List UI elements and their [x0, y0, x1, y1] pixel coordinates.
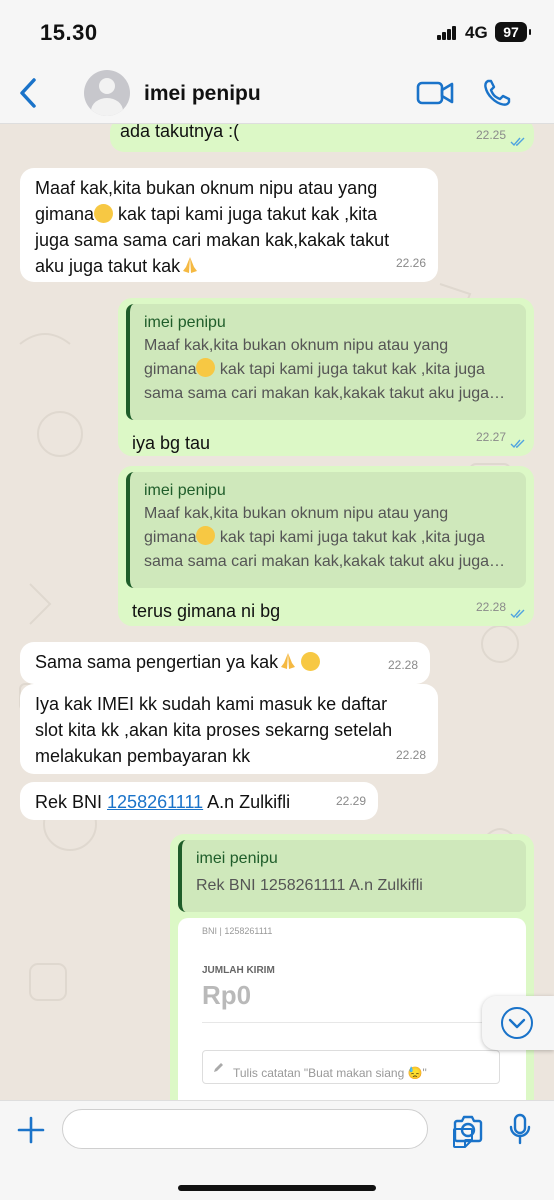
chevron-down-icon	[501, 1007, 533, 1039]
message-text: terus gimana ni bg	[132, 601, 281, 621]
quoted-sender: imei penipu	[144, 314, 226, 331]
hushed-face-emoji-icon	[94, 204, 114, 223]
message-time: 22.27	[475, 430, 506, 444]
camera-icon[interactable]	[452, 1115, 484, 1143]
scroll-to-bottom-button[interactable]	[482, 996, 554, 1050]
quoted-text: Maaf kak,kita bukan oknum nipu atau yang…	[144, 337, 506, 402]
message-input[interactable]	[62, 1109, 473, 1149]
read-ticks-icon	[510, 439, 525, 449]
message-text: Rek BNI 1258261111 A.n Zulkifli	[35, 792, 291, 812]
message-time: 22.26	[395, 256, 426, 270]
network-type: 4G	[465, 23, 488, 42]
message-text: Maaf kak,kita bukan oknum nipu atau yang…	[35, 178, 390, 276]
message-time: 22.29	[335, 794, 366, 808]
grinning-face-emoji-icon	[301, 652, 321, 671]
status-bar: 15.30 4G 97	[0, 0, 554, 62]
quoted-message[interactable]: imei penipu Maaf kak,kita bukan oknum ni…	[126, 304, 526, 420]
pencil-icon	[214, 1063, 223, 1072]
message-outgoing-reply-image[interactable]: imei penipu Rek BNI 1258261111 A.n Zulki…	[170, 834, 534, 1100]
message-input-bar	[0, 1100, 554, 1200]
pray-emoji-icon	[281, 653, 296, 669]
image-amount: Rp0	[202, 980, 252, 1010]
status-time: 15.30	[40, 20, 98, 45]
message-outgoing-reply[interactable]: imei penipu Maaf kak,kita bukan oknum ni…	[118, 298, 534, 456]
microphone-icon[interactable]	[508, 1113, 532, 1145]
read-ticks-icon	[510, 137, 525, 147]
chat-area[interactable]: ada takutnya :( 22.25 Maaf kak,kita buka…	[0, 124, 554, 1100]
message-time: 22.25	[475, 128, 506, 142]
image-note-field: Tulis catatan "Buat makan siang 😓"	[202, 1050, 500, 1084]
hushed-face-emoji-icon	[196, 526, 216, 545]
message-outgoing[interactable]: ada takutnya :( 22.25	[110, 124, 534, 152]
pray-emoji-icon	[183, 257, 198, 273]
chat-header: imei penipu	[0, 62, 554, 124]
read-ticks-icon	[510, 609, 525, 619]
message-incoming[interactable]: Iya kak IMEI kk sudah kami masuk ke daft…	[20, 684, 438, 774]
image-attachment[interactable]: BNI | 1258261111 JUMLAH KIRIM Rp0 Tulis …	[178, 918, 526, 1100]
message-incoming[interactable]: Rek BNI 1258261111 A.n Zulkifli 22.29	[20, 782, 378, 820]
quoted-message[interactable]: imei penipu Rek BNI 1258261111 A.n Zulki…	[178, 840, 526, 912]
quoted-sender: imei penipu	[196, 850, 278, 867]
home-indicator	[178, 1185, 376, 1191]
message-text: ada takutnya :(	[120, 124, 240, 141]
message-text: Sama sama pengertian ya kak	[35, 649, 416, 675]
quoted-message[interactable]: imei penipu Maaf kak,kita bukan oknum ni…	[126, 472, 526, 588]
image-divider	[202, 1022, 502, 1023]
message-time: 22.28	[387, 658, 418, 672]
quoted-sender: imei penipu	[144, 482, 226, 499]
hushed-face-emoji-icon	[196, 358, 216, 377]
message-incoming[interactable]: Sama sama pengertian ya kak 22.28	[20, 642, 430, 684]
message-time: 22.28	[395, 748, 426, 762]
quoted-text: Rek BNI 1258261111 A.n Zulkifli	[196, 877, 423, 894]
avatar[interactable]	[84, 70, 130, 116]
back-icon[interactable]	[14, 76, 42, 110]
message-text: iya bg tau	[132, 433, 211, 453]
account-number-link[interactable]: 1258261111	[107, 792, 203, 812]
message-outgoing-reply[interactable]: imei penipu Maaf kak,kita bukan oknum ni…	[118, 466, 534, 626]
signal-icon	[437, 26, 457, 40]
message-incoming[interactable]: Maaf kak,kita bukan oknum nipu atau yang…	[20, 168, 438, 282]
video-call-icon[interactable]	[416, 80, 454, 106]
contact-name[interactable]: imei penipu	[144, 82, 261, 106]
quoted-text: Maaf kak,kita bukan oknum nipu atau yang…	[144, 505, 506, 570]
message-time: 22.28	[475, 600, 506, 614]
battery-icon: 97	[495, 22, 531, 42]
plus-icon[interactable]	[16, 1115, 46, 1145]
image-top-text: BNI | 1258261111	[202, 926, 273, 936]
phone-call-icon[interactable]	[482, 78, 512, 108]
message-text: Iya kak IMEI kk sudah kami masuk ke daft…	[35, 694, 393, 766]
